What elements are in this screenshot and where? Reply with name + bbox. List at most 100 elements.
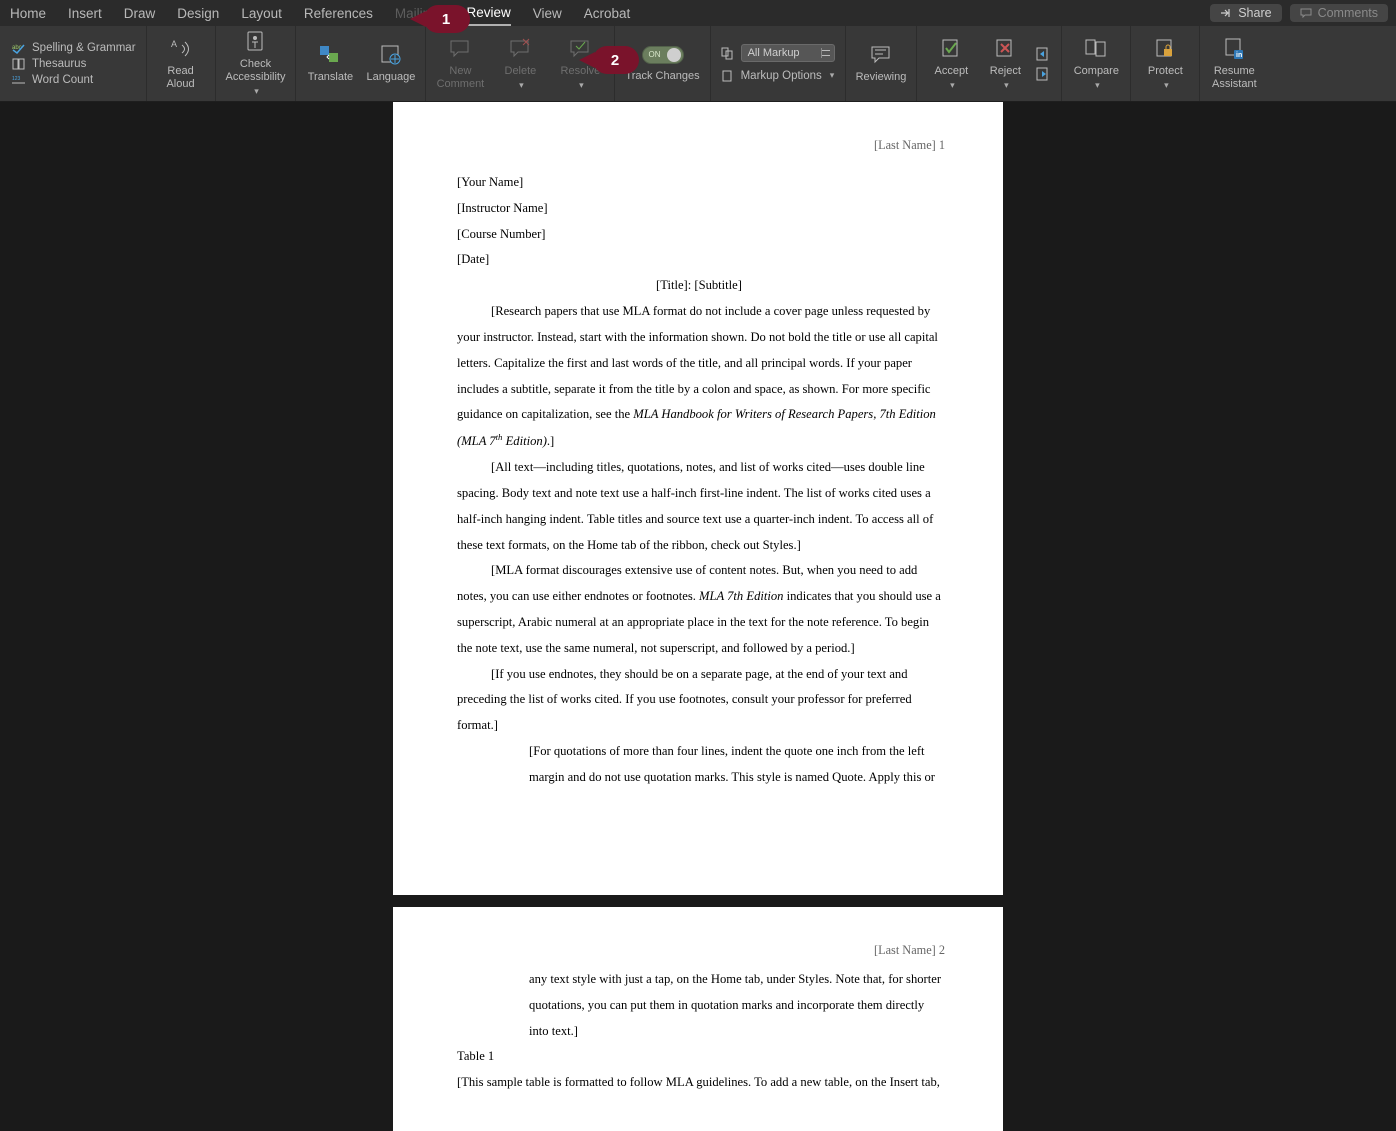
linkedin-icon: in [1222,37,1246,61]
prev-change-button[interactable] [1035,46,1051,62]
abc-check-icon: abc [12,42,26,54]
spelling-grammar-button[interactable]: abc Spelling & Grammar [12,40,136,56]
markup-view-select[interactable]: All Markup [741,44,835,62]
share-button[interactable]: Share [1210,4,1281,22]
chevron-down-icon: ▾ [519,81,524,91]
lock-icon [1153,37,1177,61]
track-changes-label: Track Changes [625,70,699,82]
tab-home[interactable]: Home [10,0,46,26]
word-count-label: Word Count [32,74,93,86]
reviewing-group: Reviewing [846,26,918,101]
table-intro: [This sample table is formatted to follo… [457,1070,941,1096]
page-1: [Last Name] 1 [Your Name] [Instructor Na… [393,102,1003,895]
delete-comment-icon [508,37,532,61]
chevron-down-icon: ▾ [579,81,584,91]
compare-label: Compare [1074,65,1119,77]
speech-group: A Read Aloud [147,26,216,101]
para1-text-a: [Research papers that use MLA format do … [457,304,938,421]
changes-group: Accept ▾ Reject ▾ [917,26,1062,101]
chevron-down-icon: ▾ [830,70,835,81]
tab-layout[interactable]: Layout [241,0,282,26]
reviewing-pane-button[interactable]: Reviewing [856,43,907,83]
compare-button[interactable]: Compare ▾ [1072,37,1120,91]
thesaurus-button[interactable]: Thesaurus [12,56,136,72]
resume-assistant-button[interactable]: in Resume Assistant [1210,37,1258,89]
toggle-knob [667,48,681,62]
tab-bar: Home Insert Draw Design Layout Reference… [0,0,1396,26]
field-course: [Course Number] [457,222,941,248]
delete-comment-button[interactable]: Delete ▾ [496,37,544,91]
accept-icon [939,37,963,61]
markup-options-label: Markup Options [741,70,822,82]
tab-acrobat[interactable]: Acrobat [584,0,631,26]
language-label: Language [366,71,415,83]
check-accessibility-button[interactable]: Check Accessibility ▾ [226,30,286,96]
tab-references[interactable]: References [304,0,373,26]
markup-group: All Markup Markup Options ▾ [711,26,846,101]
resume-assistant-label: Resume Assistant [1212,65,1257,89]
reject-button[interactable]: Reject ▾ [981,37,1029,91]
field-your-name: [Your Name] [457,170,941,196]
show-markup-icon [721,46,735,60]
protect-button[interactable]: Protect ▾ [1141,37,1189,91]
track-changes-toggle[interactable]: ON [642,46,684,64]
reviewing-pane-icon [869,43,893,67]
markup-view-value: All Markup [748,47,800,59]
compare-group: Compare ▾ [1062,26,1131,101]
para-2: [All text—including titles, quotations, … [457,455,941,558]
block-quote: [For quotations of more than four lines,… [529,739,941,791]
document-viewport[interactable]: [Last Name] 1 [Your Name] [Instructor Na… [0,102,1396,1131]
new-comment-button[interactable]: New Comment [436,37,484,89]
resume-group: in Resume Assistant [1200,26,1268,101]
read-aloud-button[interactable]: A Read Aloud [157,37,205,89]
svg-text:in: in [1236,52,1242,59]
tab-insert[interactable]: Insert [68,0,102,26]
table-label: Table 1 [457,1044,941,1070]
page1-body[interactable]: [Your Name] [Instructor Name] [Course Nu… [457,170,941,791]
compare-icon [1084,37,1108,61]
translate-button[interactable]: Translate [306,43,354,83]
share-label: Share [1238,6,1271,20]
language-group: Translate Language [296,26,426,101]
chevron-down-icon: ▾ [254,87,259,97]
chevron-down-icon: ▾ [1095,81,1100,91]
para3-em: MLA 7th Edition [699,589,783,603]
toggle-on-label: ON [649,50,661,59]
protect-label: Protect [1148,65,1183,77]
language-button[interactable]: Language [366,43,415,83]
tab-view[interactable]: View [533,0,562,26]
tab-draw[interactable]: Draw [124,0,156,26]
book-icon [12,58,26,70]
svg-text:A: A [171,39,177,49]
page-2: [Last Name] 2 any text style with just a… [393,907,1003,1131]
accessibility-icon [244,30,268,54]
field-date: [Date] [457,247,941,273]
chevron-down-icon: ▾ [1004,81,1009,91]
comments-button[interactable]: Comments [1290,4,1388,22]
tab-design[interactable]: Design [177,0,219,26]
page2-header: [Last Name] 2 [874,943,945,958]
thesaurus-label: Thesaurus [32,58,86,70]
menu-tabs: Home Insert Draw Design Layout Reference… [10,0,630,26]
page2-body[interactable]: any text style with just a tap, on the H… [457,967,941,1096]
reject-icon [993,37,1017,61]
para-1: [Research papers that use MLA format do … [457,299,941,455]
tab-review[interactable]: Review [466,0,510,26]
chevron-down-icon: ▾ [950,81,955,91]
next-change-button[interactable] [1035,66,1051,82]
check-accessibility-label: Check Accessibility [226,58,286,82]
accept-button[interactable]: Accept ▾ [927,37,975,91]
translate-icon [318,43,342,67]
field-instructor: [Instructor Name] [457,196,941,222]
accessibility-group: Check Accessibility ▾ [216,26,297,101]
audio-icon: A [169,37,193,61]
svg-text:123: 123 [12,76,21,82]
spelling-grammar-label: Spelling & Grammar [32,42,136,54]
delete-comment-label: Delete [505,65,537,77]
field-title: [Title]: [Subtitle] [457,273,941,299]
para-4: [If you use endnotes, they should be on … [457,662,941,739]
word-count-button[interactable]: 123 Word Count [12,72,136,88]
markup-options-button[interactable]: Markup Options ▾ [721,68,835,84]
review-ribbon: abc Spelling & Grammar Thesaurus 123 Wor… [0,26,1396,102]
callout-marker-1: 1 [424,5,470,33]
